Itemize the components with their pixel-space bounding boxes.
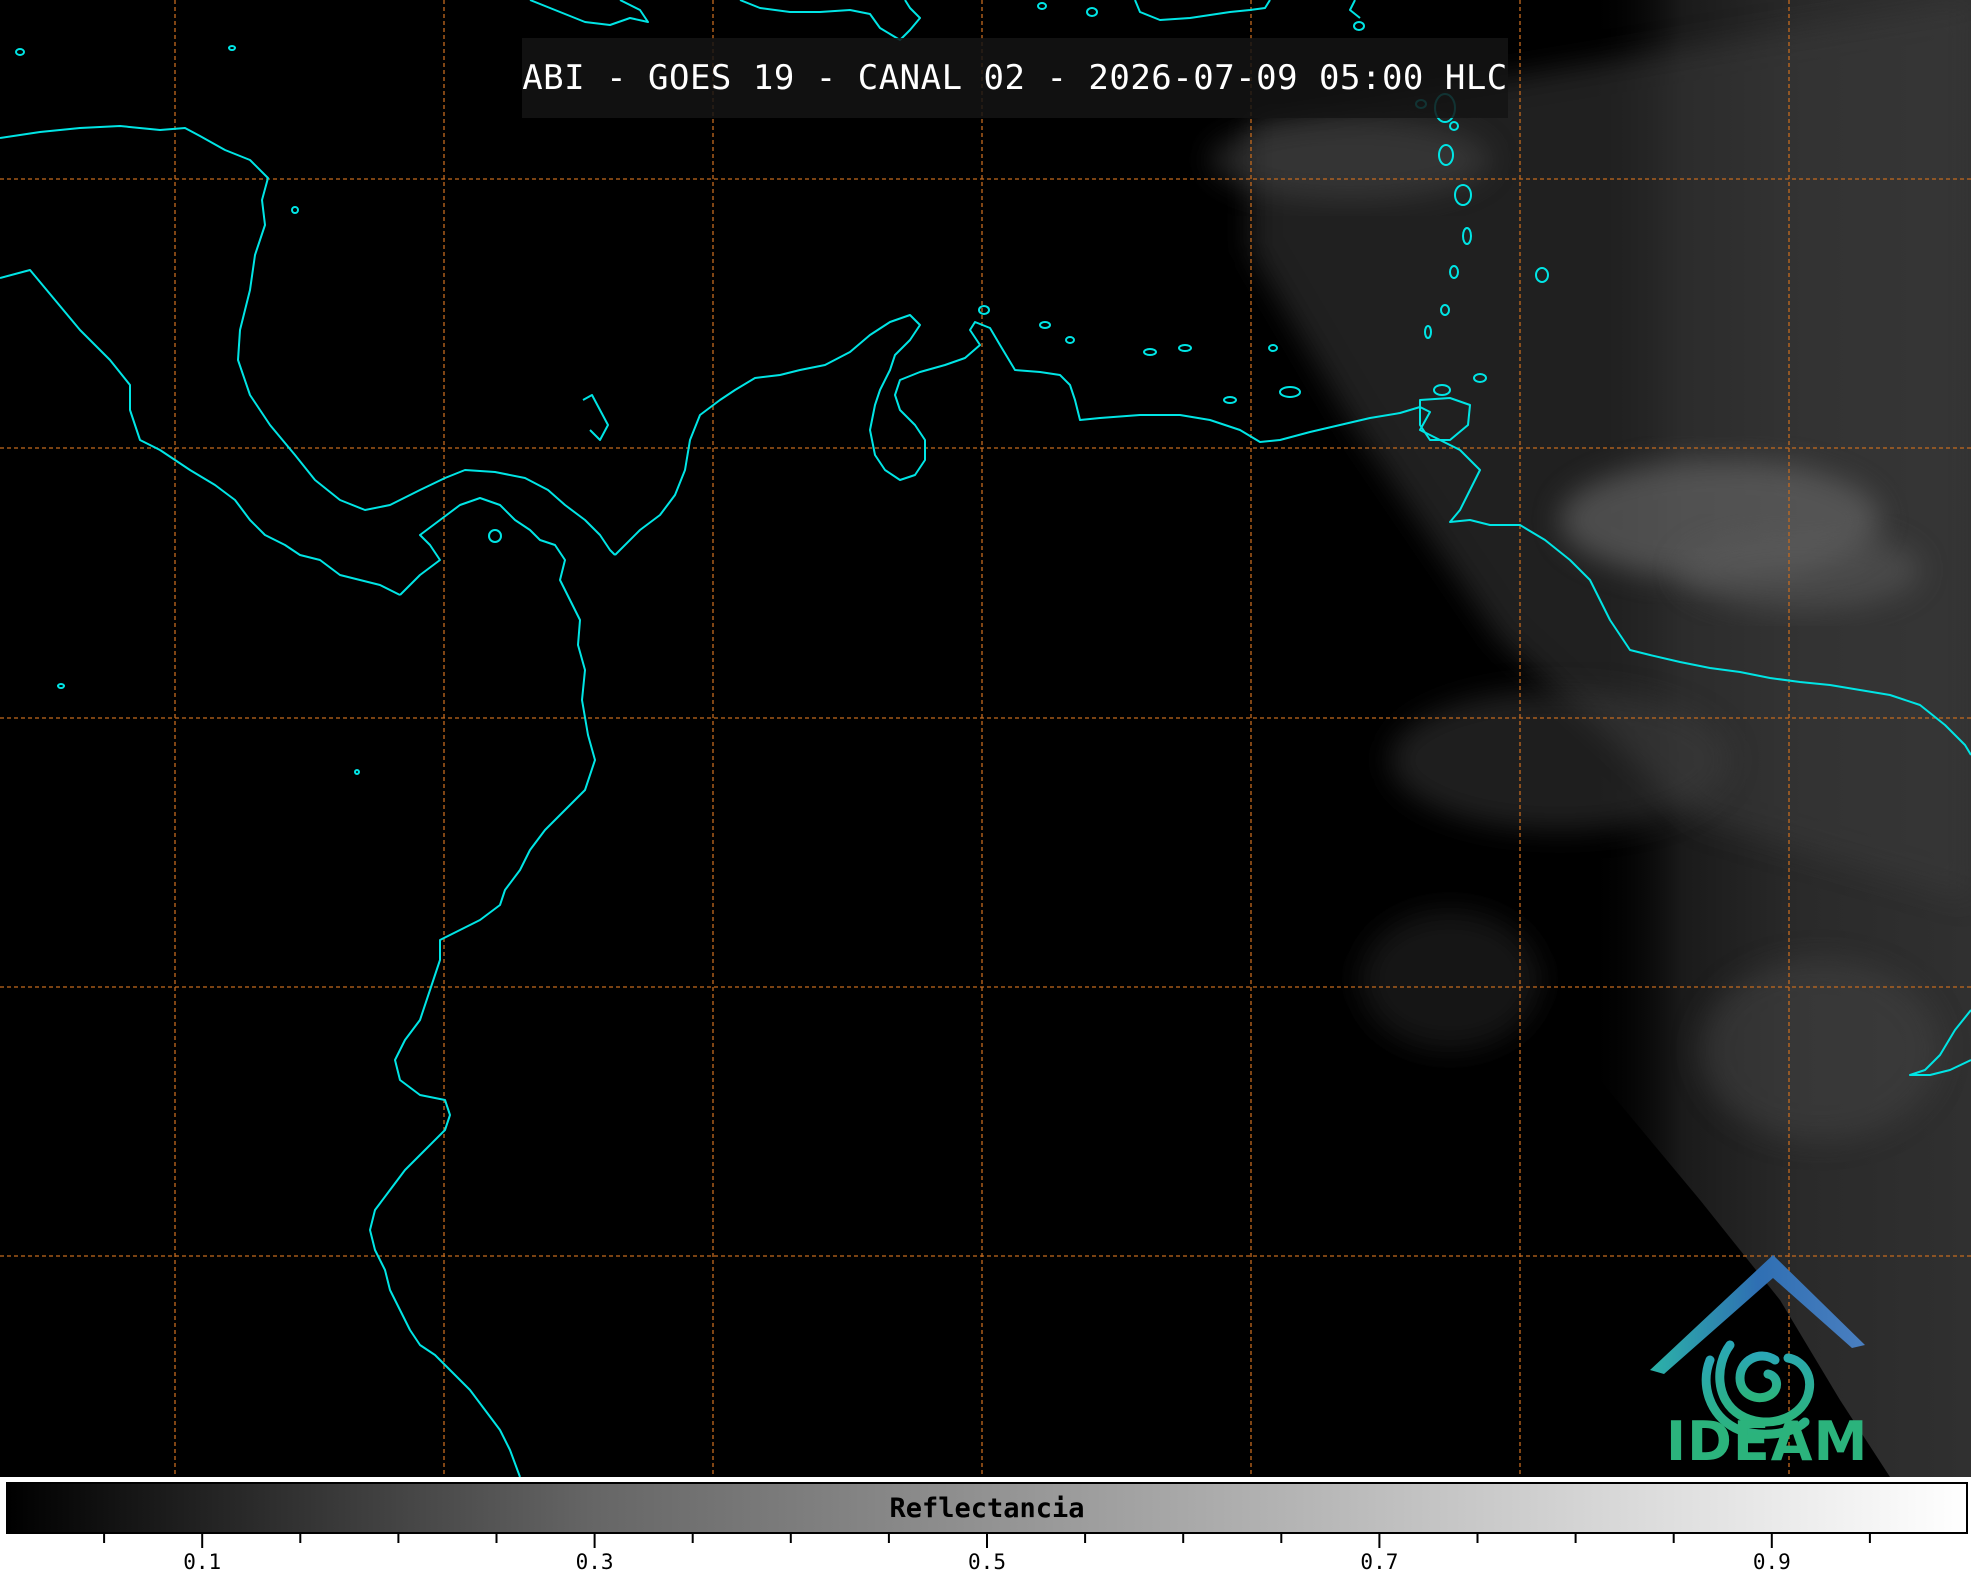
colorbar-tick-label: 0.5	[968, 1550, 1006, 1574]
colorbar-label: Reflectancia	[889, 1492, 1085, 1524]
colorbar-tick-label: 0.1	[183, 1550, 222, 1574]
colorbar-tick-label: 0.7	[1360, 1550, 1399, 1574]
ideam-logo-text: IDEAM	[1666, 1410, 1869, 1473]
colorbar-tick-label: 0.3	[575, 1550, 614, 1574]
colorbar-gradient: Reflectancia	[6, 1482, 1968, 1534]
colorbar: Reflectancia 0.1 0.3 0.5 0.7 0.9	[0, 1477, 1971, 1577]
map-title: ABI - GOES 19 - CANAL 02 - 2026-07-09 05…	[522, 38, 1508, 118]
satellite-map: ABI - GOES 19 - CANAL 02 - 2026-07-09 05…	[0, 0, 1971, 1477]
colorbar-tick-label: 0.9	[1752, 1550, 1791, 1574]
